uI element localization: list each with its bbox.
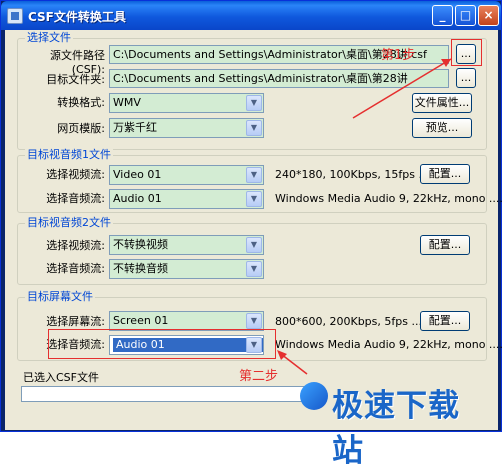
chevron-down-icon[interactable]: ▼ <box>246 120 262 136</box>
template-select[interactable]: 万紫千红 ▼ <box>109 118 264 138</box>
av1-video-select-value: Video 01 <box>113 168 162 181</box>
maximize-button[interactable]: □ <box>455 5 476 26</box>
close-button[interactable]: × <box>478 5 499 26</box>
watermark-logo-icon <box>300 382 328 410</box>
screen-group-title: 目标屏幕文件 <box>25 290 95 303</box>
av2-audio-label: 选择音频流: <box>46 262 105 275</box>
step2-annotation: 第二步 <box>239 369 279 384</box>
chevron-down-icon[interactable]: ▼ <box>246 95 262 111</box>
av1-config-button[interactable]: 配置... <box>420 164 470 184</box>
file-properties-button[interactable]: 文件属性... <box>412 93 472 113</box>
status-field <box>21 386 306 402</box>
select-file-group-title: 选择文件 <box>25 31 73 44</box>
window-title: CSF文件转换工具 <box>28 10 126 24</box>
template-select-value: 万紫千红 <box>113 121 157 134</box>
screen-config-button[interactable]: 配置... <box>420 311 470 331</box>
screen-stream-select-value: Screen 01 <box>113 314 169 327</box>
watermark: 极速下载站 <box>300 376 490 469</box>
av1-audio-label: 选择音频流: <box>46 192 105 205</box>
chevron-down-icon[interactable]: ▼ <box>246 237 262 253</box>
app-icon <box>7 8 23 24</box>
screen-stream-select[interactable]: Screen 01 ▼ <box>109 311 264 331</box>
av1-audio-select-value: Audio 01 <box>113 192 162 205</box>
target-folder-label: 目标文件夹: <box>46 73 105 86</box>
minimize-button[interactable]: _ <box>432 5 453 26</box>
preview-button[interactable]: 预览... <box>412 118 472 138</box>
screen-stream-info: 800*600, 200Kbps, 5fps ...... <box>275 315 433 328</box>
format-label: 转换格式: <box>57 96 105 109</box>
chevron-down-icon[interactable]: ▼ <box>246 167 262 183</box>
target-folder-field[interactable]: C:\Documents and Settings\Administrator\… <box>109 69 449 88</box>
step1-highlight-box <box>451 39 482 66</box>
watermark-text: 极速下载站 <box>332 388 460 469</box>
av1-group-title: 目标视音频1文件 <box>25 148 113 161</box>
status-label: 已选入CSF文件 <box>23 371 99 384</box>
chevron-down-icon[interactable]: ▼ <box>246 313 262 329</box>
target-browse-button[interactable]: ... <box>456 68 476 88</box>
screen-stream-label: 选择屏幕流: <box>46 315 105 328</box>
av1-audio-select[interactable]: Audio 01 ▼ <box>109 189 264 209</box>
av1-video-label: 选择视频流: <box>46 168 105 181</box>
av2-video-select[interactable]: 不转换视频 ▼ <box>109 235 264 255</box>
app-window: CSF文件转换工具 _ □ × 选择文件 源文件路径(CSF): C:\Docu… <box>0 0 502 469</box>
av2-group-title: 目标视音频2文件 <box>25 216 113 229</box>
av2-video-select-value: 不转换视频 <box>113 238 168 251</box>
client-area: 选择文件 源文件路径(CSF): C:\Documents and Settin… <box>5 30 502 469</box>
chevron-down-icon[interactable]: ▼ <box>246 261 262 277</box>
av1-video-select[interactable]: Video 01 ▼ <box>109 165 264 185</box>
av2-video-label: 选择视频流: <box>46 239 105 252</box>
format-select[interactable]: WMV ▼ <box>109 93 264 113</box>
title-bar[interactable]: CSF文件转换工具 _ □ × <box>1 1 501 30</box>
step2-highlight-box <box>48 329 276 359</box>
av1-video-info: 240*180, 100Kbps, 15fps ...... <box>275 168 440 181</box>
av2-audio-select-value: 不转换音频 <box>113 262 168 275</box>
av2-config-button[interactable]: 配置... <box>420 235 470 255</box>
screen-audio-info: Windows Media Audio 9, 22kHz, mono .....… <box>275 338 502 351</box>
av2-audio-select[interactable]: 不转换音频 ▼ <box>109 259 264 279</box>
template-label: 网页模版: <box>57 122 105 135</box>
chevron-down-icon[interactable]: ▼ <box>246 191 262 207</box>
av1-audio-info: Windows Media Audio 9, 22kHz, mono .....… <box>275 192 502 205</box>
step1-annotation: 第1步 <box>381 48 416 63</box>
format-select-value: WMV <box>113 96 141 109</box>
